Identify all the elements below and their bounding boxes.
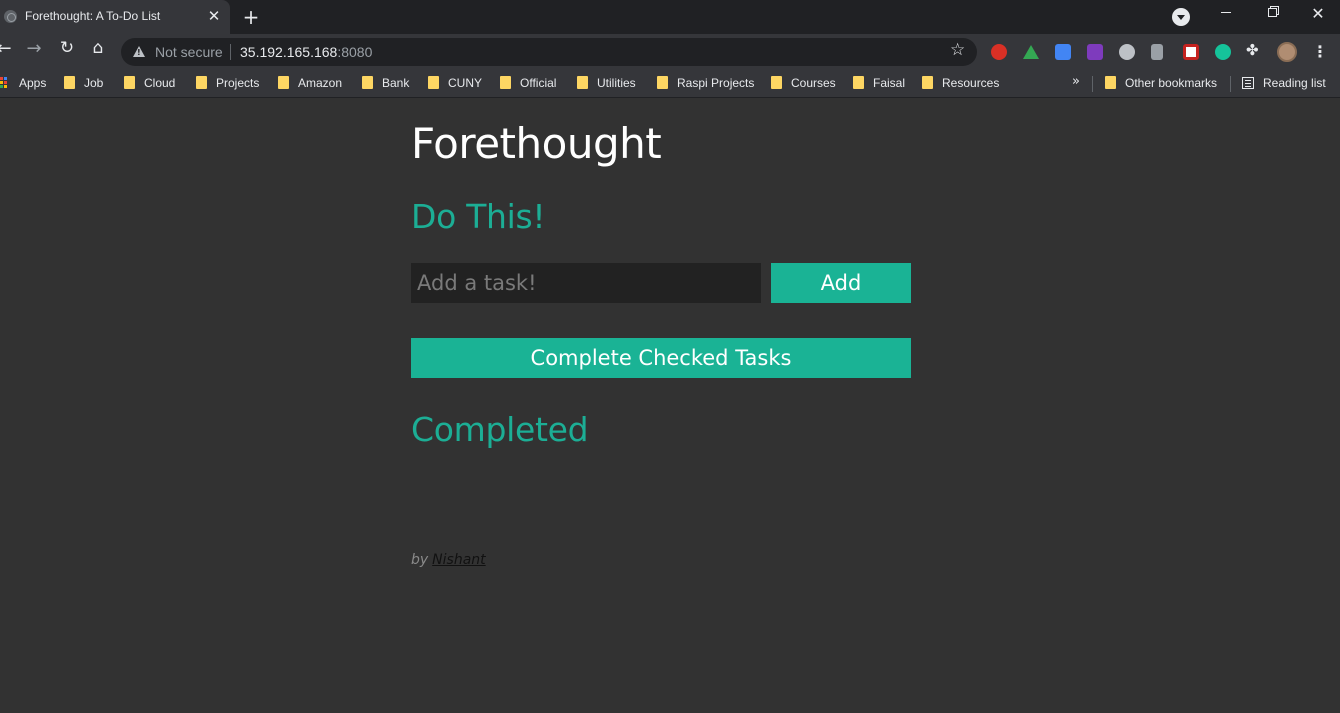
- url-port: :8080: [337, 44, 373, 60]
- folder-icon: [362, 76, 373, 89]
- author-link[interactable]: Nishant: [432, 552, 485, 568]
- footer-by: by: [411, 552, 429, 568]
- apps-grid-icon: [0, 77, 10, 89]
- bookmark-folder-official[interactable]: Official: [500, 76, 556, 94]
- bookmark-label: Raspi Projects: [677, 76, 755, 90]
- bookmark-label: Projects: [216, 76, 260, 90]
- tab-title: Forethought: A To-Do List: [25, 9, 161, 23]
- minimize-button[interactable]: [1211, 4, 1241, 28]
- globe-icon: [4, 10, 17, 23]
- bookmark-label: Utilities: [597, 76, 636, 90]
- forward-arrow-icon[interactable]: →: [20, 38, 48, 66]
- reading-list-divider: [1230, 76, 1231, 92]
- address-divider: [230, 44, 231, 60]
- back-arrow-icon[interactable]: ←: [0, 38, 18, 66]
- reading-list[interactable]: Reading list: [1242, 76, 1326, 94]
- complete-checked-tasks-button[interactable]: Complete Checked Tasks: [411, 338, 911, 378]
- profile-avatar[interactable]: [1277, 42, 1297, 62]
- folder-icon: [124, 76, 135, 89]
- bookmark-label: Resources: [942, 76, 1000, 90]
- url-host: 35.192.165.168: [240, 44, 338, 60]
- bookmark-folder-resources[interactable]: Resources: [922, 76, 999, 94]
- google-translate-icon[interactable]: [1055, 44, 1071, 60]
- bookmark-folder-courses[interactable]: Courses: [771, 76, 836, 94]
- todo-heading: Do This!: [411, 197, 546, 236]
- task-input[interactable]: [411, 263, 761, 303]
- bookmark-label: Faisal: [873, 76, 906, 90]
- bookmark-folder-raspi-projects[interactable]: Raspi Projects: [657, 76, 754, 94]
- bookmark-label: Official: [520, 76, 557, 90]
- new-tab-button[interactable]: +: [240, 6, 262, 28]
- google-drive-icon[interactable]: [1023, 45, 1039, 59]
- folder-icon: [922, 76, 933, 89]
- reload-icon[interactable]: ↻: [53, 38, 81, 66]
- folder-icon: [196, 76, 207, 89]
- bookmark-folder-bank[interactable]: Bank: [362, 76, 409, 94]
- folder-icon: [428, 76, 439, 89]
- bookmark-folder-job[interactable]: Job: [64, 76, 103, 94]
- footer-credit: by Nishant: [411, 552, 486, 568]
- other-bookmarks[interactable]: Other bookmarks: [1105, 76, 1217, 94]
- bookmark-star-icon[interactable]: ☆: [950, 40, 965, 60]
- url-text[interactable]: 35.192.165.168:8080: [240, 44, 372, 60]
- folder-icon: [278, 76, 289, 89]
- browser-toolbar: ← → ↻ ⌂ Not secure 35.192.165.168:8080 ☆…: [0, 34, 1340, 70]
- home-icon[interactable]: ⌂: [84, 38, 112, 66]
- restore-button[interactable]: [1257, 4, 1287, 28]
- bookmark-label: Amazon: [298, 76, 343, 90]
- page-content: Forethought Do This! Add Complete Checke…: [0, 99, 1340, 713]
- bookmark-label: Apps: [19, 76, 47, 90]
- extension-icon[interactable]: [1119, 44, 1135, 60]
- tab-search-icon[interactable]: [1172, 8, 1190, 26]
- folder-icon: [64, 76, 75, 89]
- bookmarks-divider: [1092, 76, 1093, 92]
- completed-heading: Completed: [411, 410, 589, 449]
- grammarly-icon[interactable]: [1215, 44, 1231, 60]
- security-label[interactable]: Not secure: [155, 44, 223, 60]
- more-bookmarks-chevron-icon[interactable]: »: [1072, 74, 1080, 89]
- puzzle-piece-icon[interactable]: ✤: [1246, 41, 1264, 59]
- folder-icon: [500, 76, 511, 89]
- folder-icon: [1105, 76, 1116, 89]
- folder-icon: [577, 76, 588, 89]
- todoist-icon[interactable]: [1183, 44, 1199, 60]
- bookmark-label: Courses: [791, 76, 836, 90]
- tab-strip: Forethought: A To-Do List ✕ + ✕: [0, 0, 1340, 34]
- folder-icon: [771, 76, 782, 89]
- window-close-button[interactable]: ✕: [1303, 4, 1333, 28]
- tab-close-icon[interactable]: ✕: [204, 6, 224, 26]
- onenote-icon[interactable]: [1087, 44, 1103, 60]
- other-bookmarks-label: Other bookmarks: [1125, 76, 1218, 90]
- folder-icon: [657, 76, 668, 89]
- bookmark-label: Cloud: [144, 76, 176, 90]
- bookmark-apps[interactable]: Apps: [0, 76, 46, 94]
- bookmark-label: Job: [84, 76, 104, 90]
- bookmark-folder-projects[interactable]: Projects: [196, 76, 259, 94]
- bookmark-folder-faisal[interactable]: Faisal: [853, 76, 905, 94]
- reading-list-icon: [1242, 77, 1254, 89]
- adblock-icon[interactable]: [991, 44, 1007, 60]
- bookmark-label: CUNY: [448, 76, 483, 90]
- bookmark-folder-utilities[interactable]: Utilities: [577, 76, 636, 94]
- browser-tab[interactable]: Forethought: A To-Do List ✕: [0, 0, 230, 34]
- bookmark-label: Bank: [382, 76, 410, 90]
- reading-list-label: Reading list: [1263, 76, 1326, 90]
- page-title: Forethought: [411, 119, 662, 168]
- bookmarks-bar: Apps Job Cloud Projects Amazon Bank CUNY…: [0, 70, 1340, 98]
- folder-icon: [853, 76, 864, 89]
- bookmark-folder-cuny[interactable]: CUNY: [428, 76, 482, 94]
- bookmark-folder-cloud[interactable]: Cloud: [124, 76, 175, 94]
- menu-dots-icon[interactable]: ⋮: [1312, 38, 1328, 66]
- address-bar[interactable]: Not secure 35.192.165.168:8080 ☆: [121, 38, 977, 66]
- bookmark-folder-amazon[interactable]: Amazon: [278, 76, 342, 94]
- office-icon[interactable]: [1151, 44, 1163, 60]
- add-task-button[interactable]: Add: [771, 263, 911, 303]
- warning-icon[interactable]: [133, 46, 145, 57]
